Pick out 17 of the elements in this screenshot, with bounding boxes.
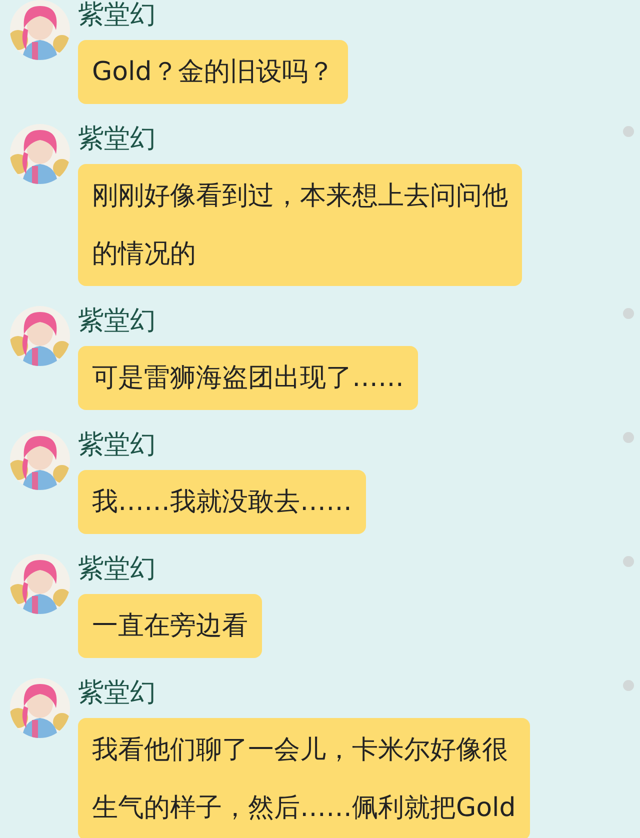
status-dot (623, 680, 634, 691)
message-bubble: 我看他们聊了一会儿，卡米尔好像很 生气的样子，然后……佩利就把Gold (78, 718, 530, 838)
message-bubble: Gold？金的旧设吗？ (78, 40, 348, 104)
sender-name: 紫堂幻 (78, 0, 156, 30)
status-dot (623, 432, 634, 443)
status-dot (623, 308, 634, 319)
status-dot (623, 556, 634, 567)
sender-name: 紫堂幻 (78, 306, 156, 336)
message-bubble: 一直在旁边看 (78, 594, 262, 658)
message-bubble: 可是雷狮海盗团出现了…… (78, 346, 418, 410)
sender-name: 紫堂幻 (78, 430, 156, 460)
status-dot (623, 126, 634, 137)
message-bubble: 我……我就没敢去…… (78, 470, 366, 534)
sender-name: 紫堂幻 (78, 554, 156, 584)
message-bubble: 刚刚好像看到过，本来想上去问问他 的情况的 (78, 164, 522, 286)
sender-name: 紫堂幻 (78, 678, 156, 708)
sender-name: 紫堂幻 (78, 124, 156, 154)
